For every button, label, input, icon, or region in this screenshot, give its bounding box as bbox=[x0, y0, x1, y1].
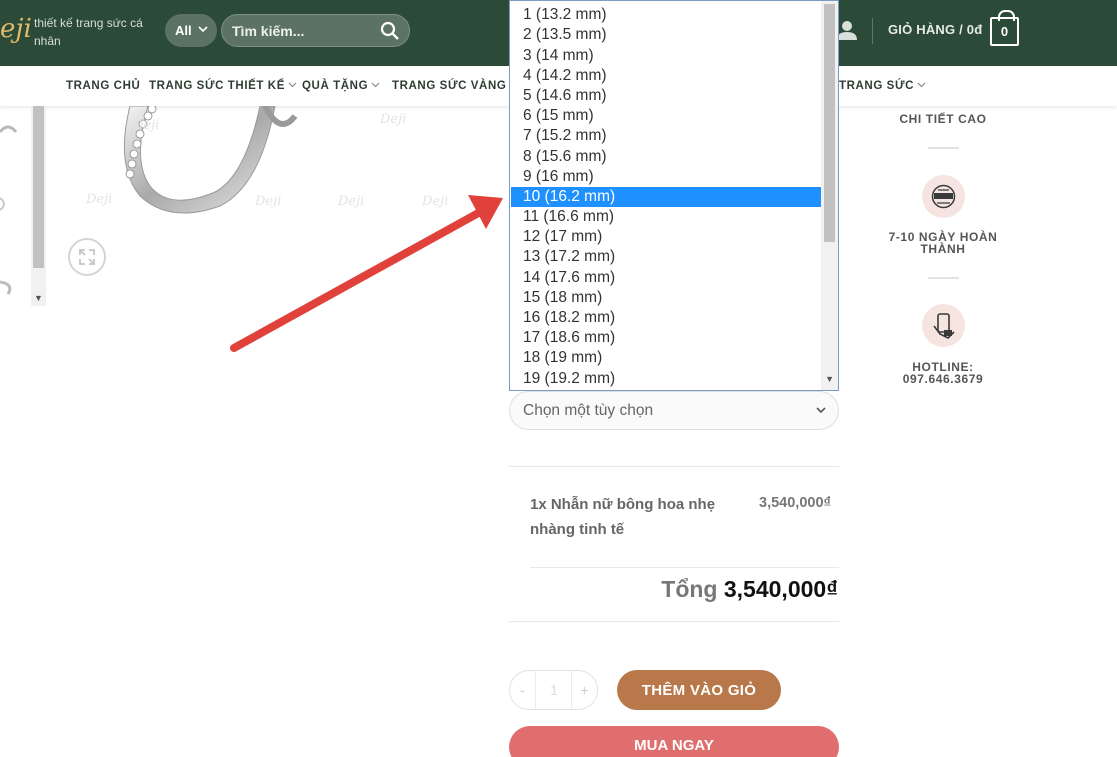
thumbnail-ring[interactable] bbox=[0, 120, 18, 140]
feature-completion-time: 7-10 NGÀY HOÀN THÀNH bbox=[888, 230, 998, 256]
search-input[interactable]: Tìm kiếm... bbox=[232, 23, 304, 39]
nav-item-label: TRANG SỨC VÀNG bbox=[392, 80, 507, 92]
handmade-badge-icon bbox=[922, 175, 965, 218]
size-option[interactable]: 5 (14.6 mm) bbox=[511, 86, 822, 106]
size-option[interactable]: 1 (13.2 mm) bbox=[511, 5, 822, 25]
category-select[interactable]: All bbox=[165, 14, 217, 47]
cart-count: 0 bbox=[1000, 24, 1009, 39]
nav-item-designed-jewelry[interactable]: TRANG SỨC THIẾT KẾ bbox=[149, 80, 297, 92]
chevron-down-icon bbox=[816, 407, 826, 414]
watermark: Deji bbox=[86, 192, 113, 207]
thumbnail-strip[interactable]: ▼ bbox=[0, 106, 46, 306]
phone-hand-icon bbox=[922, 304, 965, 347]
thumbnail-ring[interactable] bbox=[0, 274, 18, 298]
size-option[interactable]: 19 (19.2 mm) bbox=[511, 369, 822, 389]
order-item-name: 1x Nhẫn nữ bông hoa nhẹ nhàng tinh tế bbox=[530, 496, 716, 538]
total-value: 3,540,000₫ bbox=[723, 576, 838, 602]
feature-divider bbox=[928, 147, 959, 149]
total-label: Tổng bbox=[661, 576, 718, 602]
nav-item-label: QUÀ TẶNG bbox=[302, 80, 369, 92]
thumbnail-scroll-thumb[interactable] bbox=[33, 106, 44, 268]
size-option[interactable]: 18 (19 mm) bbox=[511, 348, 822, 368]
thumbnail-ring[interactable] bbox=[0, 194, 10, 214]
zoom-button[interactable] bbox=[68, 238, 106, 276]
size-option-selected[interactable]: 10 (16.2 mm) bbox=[511, 187, 822, 207]
quantity-decrease-button[interactable]: - bbox=[510, 671, 536, 709]
size-option[interactable]: 3 (14 mm) bbox=[511, 46, 822, 66]
category-select-value: All bbox=[175, 23, 192, 38]
size-option[interactable]: 12 (17 mm) bbox=[511, 227, 822, 247]
add-to-cart-button[interactable]: THÊM VÀO GIỎ bbox=[617, 670, 781, 710]
order-item-price: 3,540,000₫ bbox=[759, 495, 831, 511]
chevron-down-icon bbox=[917, 82, 926, 88]
nav-item-gifts[interactable]: QUÀ TẶNG bbox=[302, 80, 380, 92]
size-dropdown-list[interactable]: 1 (13.2 mm) 2 (13.5 mm) 3 (14 mm) 4 (14.… bbox=[509, 0, 839, 391]
feature-high-detail: CHI TIẾT CAO bbox=[899, 112, 987, 126]
size-option[interactable]: 13 (17.2 mm) bbox=[511, 247, 822, 267]
size-option[interactable]: 4 (14.2 mm) bbox=[511, 66, 822, 86]
nav-item-gold-jewelry[interactable]: TRANG SỨC VÀNG bbox=[392, 80, 518, 92]
nav-item-label: TRANG SỨC bbox=[839, 80, 914, 92]
search-icon[interactable] bbox=[380, 21, 400, 41]
feature-divider bbox=[928, 277, 959, 279]
header-divider bbox=[872, 18, 873, 44]
nav-item-jewelry[interactable]: TRANG SỨC bbox=[839, 80, 926, 92]
quantity-increase-button[interactable]: + bbox=[571, 671, 597, 709]
divider bbox=[509, 466, 839, 467]
site-logo[interactable]: eji bbox=[0, 14, 32, 44]
cart-label[interactable]: GIỎ HÀNG / 0đ bbox=[888, 22, 982, 37]
chevron-down-icon bbox=[371, 82, 380, 88]
size-option[interactable]: 6 (15 mm) bbox=[511, 106, 822, 126]
user-icon[interactable] bbox=[836, 20, 858, 40]
cart-icon[interactable]: 0 bbox=[990, 10, 1019, 46]
chevron-down-icon bbox=[198, 26, 208, 33]
size-option[interactable]: 14 (17.6 mm) bbox=[511, 268, 822, 288]
quantity-input[interactable]: 1 bbox=[536, 671, 572, 709]
scroll-down-arrow-icon[interactable]: ▼ bbox=[34, 293, 43, 303]
page-root: eji thiết kế trang sức cá nhân All Tìm k… bbox=[0, 0, 1117, 757]
site-tagline: thiết kế trang sức cá nhân bbox=[34, 16, 143, 48]
order-total: Tổng 3,540,000₫ bbox=[661, 576, 838, 603]
size-option[interactable]: 7 (15.2 mm) bbox=[511, 126, 822, 146]
search-field[interactable]: Tìm kiếm... bbox=[221, 14, 410, 47]
option-select[interactable]: Chọn một tùy chọn bbox=[509, 391, 839, 430]
size-option[interactable]: 11 (16.6 mm) bbox=[511, 207, 822, 227]
divider bbox=[509, 621, 839, 622]
size-option[interactable]: 2 (13.5 mm) bbox=[511, 25, 822, 45]
watermark: Deji bbox=[380, 112, 407, 127]
feature-hotline: HOTLINE: 097.646.3679 bbox=[902, 360, 984, 386]
size-option[interactable]: 15 (18 mm) bbox=[511, 288, 822, 308]
nav-item-home[interactable]: TRANG CHỦ bbox=[66, 80, 140, 92]
size-option[interactable]: 16 (18.2 mm) bbox=[511, 308, 822, 328]
expand-icon bbox=[79, 249, 95, 265]
dropdown-scroll-thumb[interactable] bbox=[824, 4, 835, 242]
watermark: Deji bbox=[133, 118, 160, 133]
nav-item-label: TRANG CHỦ bbox=[66, 80, 141, 92]
scroll-down-arrow-icon[interactable]: ▼ bbox=[825, 374, 834, 384]
buy-now-button[interactable]: MUA NGAY bbox=[509, 726, 839, 757]
nav-item-label: TRANG SỨC THIẾT KẾ bbox=[149, 80, 285, 92]
size-option[interactable]: 8 (15.6 mm) bbox=[511, 147, 822, 167]
annotation-arrow-icon bbox=[230, 195, 503, 352]
size-option[interactable]: 9 (16 mm) bbox=[511, 167, 822, 187]
option-select-placeholder: Chọn một tùy chọn bbox=[523, 402, 654, 419]
divider bbox=[530, 567, 839, 568]
size-option[interactable]: 17 (18.6 mm) bbox=[511, 328, 822, 348]
quantity-stepper[interactable]: - 1 + bbox=[509, 670, 598, 710]
chevron-down-icon bbox=[288, 82, 297, 88]
